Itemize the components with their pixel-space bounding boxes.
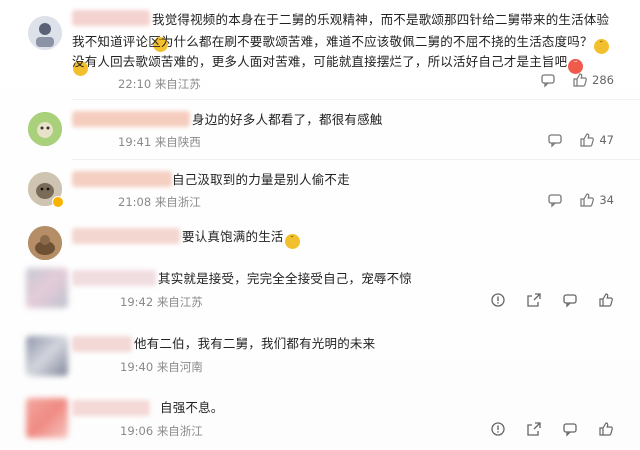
like-count: 34	[599, 193, 614, 207]
reply-button[interactable]	[562, 292, 578, 308]
reply-button[interactable]	[547, 192, 563, 208]
like-button[interactable]: 47	[579, 132, 614, 148]
username[interactable]	[72, 270, 156, 286]
reply-button[interactable]	[547, 132, 563, 148]
like-button[interactable]: 286	[572, 72, 614, 88]
username[interactable]	[72, 171, 172, 187]
report-button[interactable]	[490, 292, 506, 308]
share-button[interactable]	[526, 421, 542, 437]
emoji-icon: ˘	[284, 234, 300, 249]
comment-text: 自己汲取到的力量是别人偷不走	[172, 172, 350, 187]
username[interactable]	[72, 228, 180, 244]
username[interactable]	[72, 10, 150, 26]
comment-meta: 19:40 来自河南	[120, 360, 203, 374]
username[interactable]	[72, 336, 132, 352]
avatar[interactable]	[28, 226, 62, 260]
report-button[interactable]	[490, 421, 506, 437]
comment-text: 身边的好多人都看了，都很有感触	[192, 112, 383, 127]
username[interactable]	[72, 111, 190, 127]
thumbs-up-icon	[573, 73, 587, 87]
comment-text: 要认真饱满的生活 ˘	[182, 227, 612, 249]
comment-actions	[490, 292, 614, 308]
verified-badge-icon	[52, 196, 64, 208]
avatar[interactable]	[28, 112, 62, 146]
comment-icon	[563, 294, 577, 308]
reply-button[interactable]	[562, 421, 578, 437]
like-count: 286	[592, 73, 614, 87]
comment-actions	[490, 421, 614, 437]
like-button[interactable]: 34	[579, 192, 614, 208]
thumbs-up-icon	[580, 133, 595, 147]
thumbs-up-icon	[599, 422, 613, 436]
comment-text: 没有人回去歌颂苦难的，更多人面对苦难，可能就直接摆烂了，所以活好自己才是主旨吧 ˘	[72, 52, 612, 74]
share-button[interactable]	[526, 292, 542, 308]
report-icon	[491, 293, 505, 307]
like-count: 47	[599, 133, 614, 147]
comment-icon	[548, 194, 563, 208]
like-button[interactable]	[598, 421, 614, 437]
username[interactable]	[72, 400, 150, 416]
comment-item: 自己汲取到的力量是别人偷不走 21:08 来自浙江 34	[0, 160, 640, 216]
reply-button[interactable]	[540, 72, 556, 88]
comment-item: 身边的好多人都看了，都很有感触 19:41 来自陕西 47	[0, 100, 640, 156]
comment-item: 我觉得视频的本身在于二舅的乐观精神，而不是歌颂那四针给二舅带来的生活体验˘ 我不…	[0, 0, 640, 96]
thumbs-up-icon	[599, 293, 613, 307]
comment-actions: 286	[540, 72, 614, 88]
comment-meta: 21:08 来自浙江	[118, 195, 201, 209]
comment-icon	[541, 74, 555, 88]
comment-text: 他有二伯，我有二舅，我们都有光明的未来	[134, 336, 376, 351]
avatar[interactable]	[26, 268, 68, 308]
avatar[interactable]	[26, 398, 68, 438]
like-button[interactable]	[598, 292, 614, 308]
comment-text: 其实就是接受，完完全全接受自己，宠辱不惊	[158, 271, 413, 286]
share-icon	[527, 293, 541, 307]
comment-text: 自强不息。	[160, 400, 224, 415]
comment-actions: 47	[547, 132, 614, 148]
comment-meta: 19:06 来自浙江	[120, 424, 203, 438]
comment-meta: 19:42 来自江苏	[120, 295, 203, 309]
comment-item: 其实就是接受，完完全全接受自己，宠辱不惊 19:42 来自江苏	[0, 262, 640, 320]
comment-meta: 19:41 来自陕西	[118, 135, 201, 149]
comment-item: 他有二伯，我有二舅，我们都有光明的未来 19:40 来自河南	[0, 328, 640, 384]
share-icon	[527, 422, 541, 436]
comment-list: 我觉得视频的本身在于二舅的乐观精神，而不是歌颂那四针给二舅带来的生活体验˘ 我不…	[0, 0, 640, 450]
avatar[interactable]	[26, 336, 68, 376]
comment-meta: 22:10 来自江苏	[118, 77, 201, 91]
comment-actions: 34	[547, 192, 614, 208]
report-icon	[491, 422, 505, 436]
comment-item: 要认真饱满的生活 ˘	[0, 220, 640, 260]
comment-icon	[563, 423, 577, 437]
comment-item: 自强不息。 19:06 来自浙江	[0, 392, 640, 450]
comment-icon	[548, 134, 563, 148]
avatar[interactable]	[28, 16, 62, 50]
thumbs-up-icon	[580, 193, 595, 207]
